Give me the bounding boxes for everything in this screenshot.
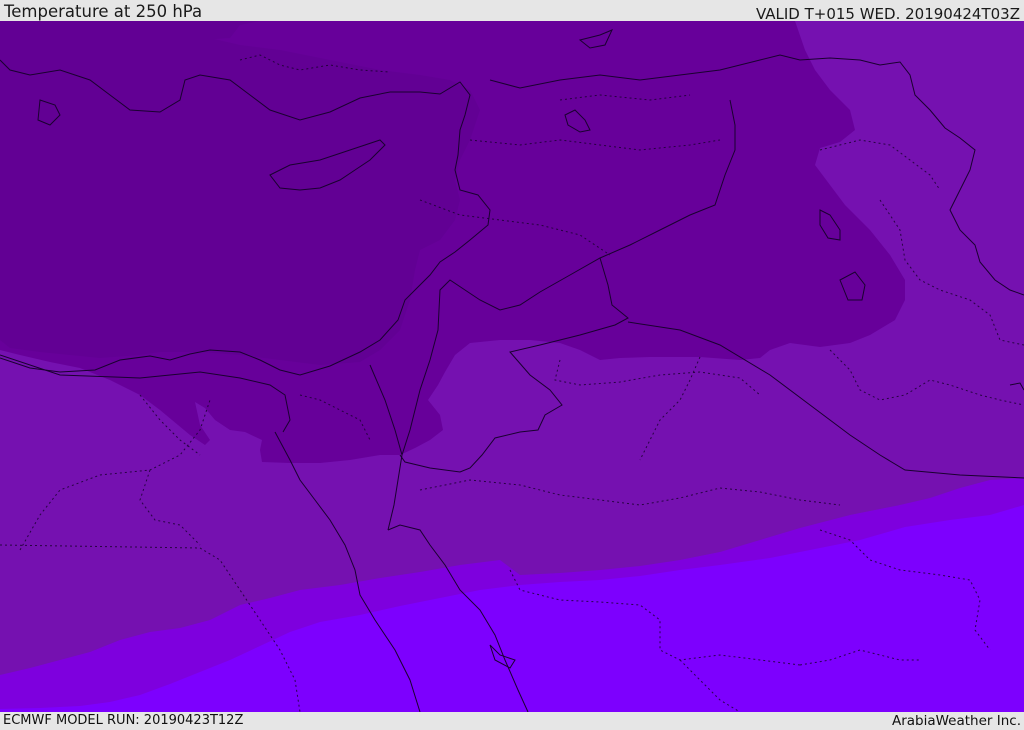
- weather-map[interactable]: [0, 21, 1024, 712]
- map-svg: [0, 21, 1024, 712]
- credit-label: ArabiaWeather Inc.: [891, 713, 1021, 729]
- map-title: Temperature at 250 hPa: [4, 2, 203, 21]
- model-run-label: ECMWF MODEL RUN: 20190423T12Z: [3, 713, 244, 728]
- bottom-bar: ECMWF MODEL RUN: 20190423T12Z ArabiaWeat…: [0, 712, 1024, 729]
- top-bar: Temperature at 250 hPa VALID T+015 WED. …: [0, 0, 1024, 23]
